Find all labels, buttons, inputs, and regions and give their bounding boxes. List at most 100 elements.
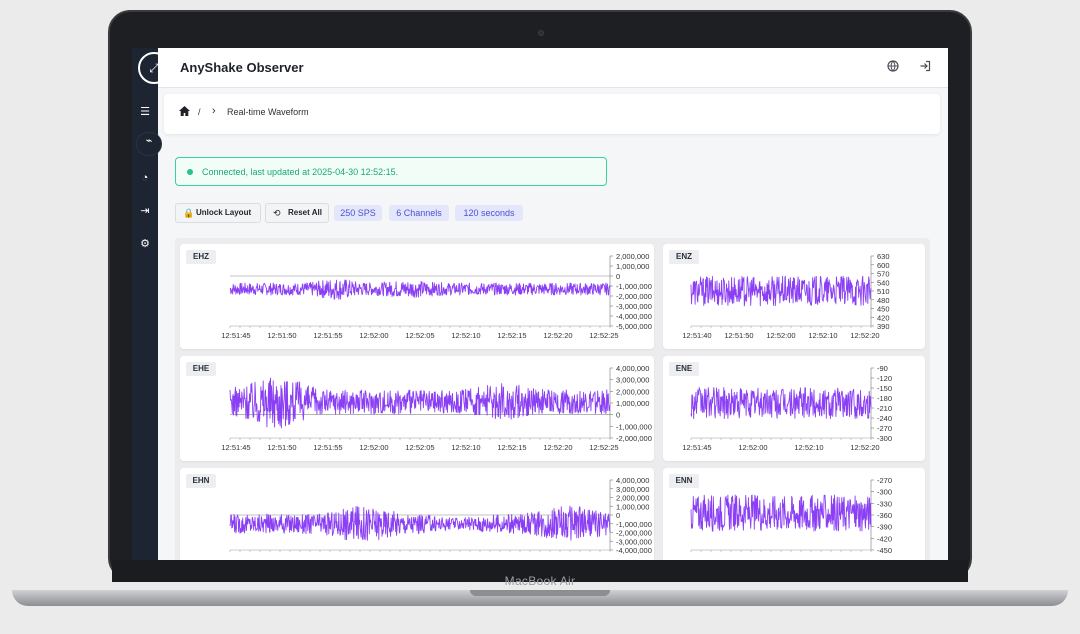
home-icon[interactable] xyxy=(178,105,191,119)
y-tick-label: -270 xyxy=(877,476,892,485)
x-tick-label: 12:51:50 xyxy=(267,331,296,340)
server-icon[interactable]: ☰ xyxy=(137,104,153,120)
channel-card-ehz[interactable]: EHZ 2,000,000 1,000,000 0 -1,000,000 -2,000,… xyxy=(180,244,654,349)
y-tick-label: -300 xyxy=(877,434,892,443)
x-tick-label: 12:52:00 xyxy=(766,331,795,340)
breadcrumb-separator: / xyxy=(198,107,201,117)
y-tick-label: 3,000,000 xyxy=(616,376,649,385)
channels-chip: 6 Channels xyxy=(389,205,449,221)
y-tick-label: 2,000,000 xyxy=(616,387,649,396)
waveform-chart-ehz: 2,000,0001,000,0000-1,000,000-2,000,000-… xyxy=(221,252,652,340)
waveform-chart-ehe: 4,000,000 3,000,000 2,000,000 1,000,000 0 -1,… xyxy=(221,364,652,452)
connection-status-alert: Connected, last updated at 2025-04-30 12… xyxy=(175,157,607,186)
breadcrumb: / › Real-time Waveform xyxy=(164,94,940,134)
y-tick-label: 4,000,000 xyxy=(616,476,649,485)
x-tick-label: 12:52:15 xyxy=(497,443,526,452)
waveform-chart-enz: 630600570540510480450420390 12:51:40 12:51… xyxy=(682,252,890,340)
waveform-trace xyxy=(229,377,611,429)
waveform-chart-ene: -90-120-150-180-210-240-270-300 12:51:45 1… xyxy=(682,364,892,452)
history-icon[interactable]: ◔ xyxy=(137,170,153,186)
y-tick-label: 2,000,000 xyxy=(616,494,649,503)
app-screen: ☰ ⌁ ◔ ⇥ ⚙ ⤢ AnyShake Observer / › Real-t… xyxy=(132,48,948,560)
channel-label: ENN xyxy=(669,474,699,488)
waveform-trace xyxy=(690,494,872,532)
camera xyxy=(538,30,544,36)
x-tick-label: 12:52:00 xyxy=(738,443,767,452)
channel-label: EHE xyxy=(186,362,216,376)
y-tick-label: -300 xyxy=(877,488,892,497)
x-tick-label: 12:51:55 xyxy=(313,443,342,452)
x-tick-label: 12:52:15 xyxy=(497,331,526,340)
reset-all-label: Reset All xyxy=(288,208,322,217)
unlock-layout-button[interactable]: 🔒 Unlock Layout xyxy=(175,203,261,223)
waveform-icon[interactable]: ⌁ xyxy=(136,132,162,156)
waveform-chart-enn: -270 -300 -330 -360 -390 -420 -450 xyxy=(690,476,892,555)
x-tick-label: 12:52:20 xyxy=(850,331,879,340)
gear-icon[interactable]: ⚙ xyxy=(137,236,153,252)
y-tick-label: -150 xyxy=(877,384,892,393)
waveform-trace xyxy=(229,505,611,541)
channel-label: ENE xyxy=(669,362,699,376)
y-tick-label: -450 xyxy=(877,546,892,555)
y-tick-label: -420 xyxy=(877,534,892,543)
x-tick-label: 12:51:55 xyxy=(313,331,342,340)
y-tick-label: -3,000,000 xyxy=(616,302,652,311)
y-tick-label: 450 xyxy=(877,305,890,314)
channel-label: ENZ xyxy=(669,250,699,264)
y-tick-label: -180 xyxy=(877,394,892,403)
x-tick-label: 12:51:50 xyxy=(267,443,296,452)
y-tick-label: -1,000,000 xyxy=(616,282,652,291)
channel-card-enn[interactable]: ENN -270 -300 -330 -360 -390 -420 -450 xyxy=(663,468,925,560)
export-icon[interactable]: ⇥ xyxy=(137,203,153,219)
y-tick-label: -1,000,000 xyxy=(616,422,652,431)
device-brand: MacBook Air xyxy=(504,574,576,588)
x-tick-label: 12:51:45 xyxy=(221,443,250,452)
x-tick-label: 12:51:50 xyxy=(724,331,753,340)
channel-label: EHZ xyxy=(186,250,216,264)
y-tick-label: 390 xyxy=(877,322,890,331)
y-tick-label: 0 xyxy=(616,272,620,281)
laptop-mockup: ☰ ⌁ ◔ ⇥ ⚙ ⤢ AnyShake Observer / › Real-t… xyxy=(0,0,1080,634)
x-tick-label: 12:51:45 xyxy=(221,331,250,340)
y-tick-label: -5,000,000 xyxy=(616,322,652,331)
y-tick-label: 0 xyxy=(616,411,620,420)
x-tick-label: 12:52:10 xyxy=(451,331,480,340)
topbar: AnyShake Observer xyxy=(158,48,948,88)
waveform-trace xyxy=(690,275,872,307)
waveform-trace xyxy=(229,279,611,300)
unlock-layout-label: Unlock Layout xyxy=(196,208,252,217)
y-tick-label: 540 xyxy=(877,278,890,287)
y-tick-label: -2,000,000 xyxy=(616,434,652,443)
y-tick-label: -90 xyxy=(877,364,888,373)
x-tick-label: 12:51:45 xyxy=(682,443,711,452)
y-tick-label: -4,000,000 xyxy=(616,546,652,555)
y-tick-label: -270 xyxy=(877,424,892,433)
y-tick-label: 420 xyxy=(877,313,890,322)
channel-card-enz[interactable]: ENZ 630 600 570 540 510 480 450 420 390 12:51:40 1… xyxy=(663,244,925,349)
waveform-chart-ehn: 4,000,0003,000,0002,000,0001,000,0000-1,… xyxy=(229,476,652,555)
y-tick-label: -120 xyxy=(877,374,892,383)
waveform-trace xyxy=(690,387,872,419)
chevron-right-icon: › xyxy=(212,105,216,117)
channel-card-ehe[interactable]: EHE 4,000,000 3,000,000 2,000,000 1,000,000… xyxy=(180,356,654,461)
y-tick-label: 600 xyxy=(877,261,890,270)
logout-icon[interactable] xyxy=(918,60,932,74)
channel-card-ehn[interactable]: EHN 4,000,000 3,000,000 2,000,000 1,000,000… xyxy=(180,468,654,560)
x-tick-label: 12:52:20 xyxy=(543,331,572,340)
reset-all-button[interactable]: ⟲ Reset All xyxy=(265,203,329,223)
breadcrumb-current: Real-time Waveform xyxy=(227,107,309,117)
y-tick-label: -2,000,000 xyxy=(616,292,652,301)
y-tick-label: 480 xyxy=(877,296,890,305)
y-tick-label: 1,000,000 xyxy=(616,262,649,271)
y-tick-label: 1,000,000 xyxy=(616,399,649,408)
y-tick-label: -2,000,000 xyxy=(616,529,652,538)
y-tick-label: -3,000,000 xyxy=(616,537,652,546)
globe-icon[interactable] xyxy=(886,60,900,74)
y-tick-label: -330 xyxy=(877,499,892,508)
channel-card-ene[interactable]: ENE -90 -120 -150 -180 -210 -240 -270 -300 12:51… xyxy=(663,356,925,461)
y-tick-label: -240 xyxy=(877,414,892,423)
x-tick-label: 12:52:10 xyxy=(451,443,480,452)
x-tick-label: 12:52:00 xyxy=(359,331,388,340)
y-tick-label: 570 xyxy=(877,270,890,279)
y-tick-label: -210 xyxy=(877,404,892,413)
